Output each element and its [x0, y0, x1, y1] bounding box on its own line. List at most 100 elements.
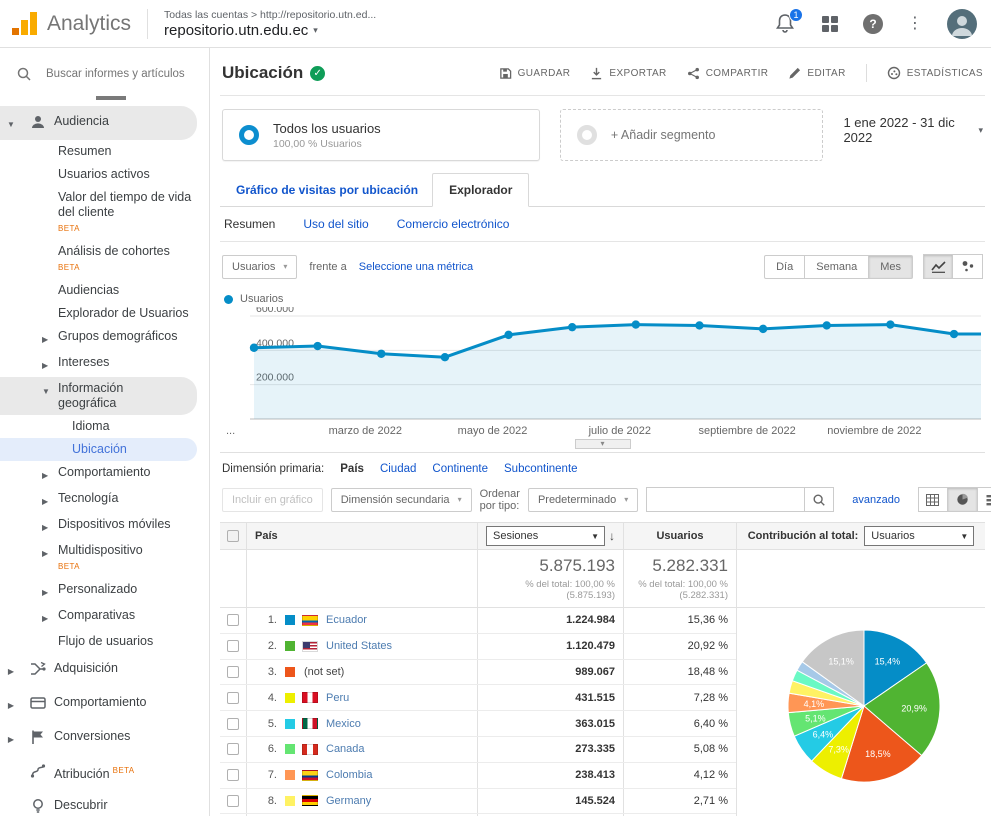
subtab-ecommerce[interactable]: Comercio electrónico	[397, 217, 510, 231]
tab-explorer[interactable]: Explorador	[432, 173, 530, 207]
row-checkbox[interactable]	[227, 717, 239, 730]
row-checkbox[interactable]	[227, 640, 239, 653]
plot-rows-button[interactable]: Incluir en gráfico	[222, 487, 323, 512]
data-point[interactable]	[695, 321, 704, 330]
data-point[interactable]	[631, 320, 641, 329]
line-chart-button[interactable]	[923, 254, 953, 279]
row-checkbox[interactable]	[227, 665, 239, 678]
data-point[interactable]	[249, 343, 259, 352]
metric-dropdown[interactable]: Usuarios ▾	[222, 254, 298, 279]
select-all-checkbox[interactable]	[227, 530, 239, 542]
dimension-subcontinent[interactable]: Subcontinente	[504, 463, 578, 475]
sidebar-item-analisis-de-cohortes[interactable]: Análisis de cohortes BETA	[0, 240, 209, 279]
contribution-select[interactable]: Usuarios ▼	[864, 526, 975, 546]
sidebar-item-idioma[interactable]: Idioma	[0, 415, 209, 438]
country-link[interactable]: Peru	[326, 692, 349, 704]
subtab-summary[interactable]: Resumen	[224, 217, 275, 231]
row-checkbox[interactable]	[227, 614, 239, 627]
motion-chart-button[interactable]	[953, 254, 983, 279]
data-point[interactable]	[313, 341, 322, 351]
nav-search-input[interactable]	[46, 68, 196, 80]
data-point[interactable]	[567, 322, 577, 332]
save-button[interactable]: GUARDAR	[499, 67, 571, 80]
edit-button[interactable]: EDITAR	[788, 67, 845, 80]
sidebar-item-comparativas[interactable]: ▶ Comparativas	[0, 604, 209, 630]
sidebar-item-personalizado[interactable]: ▶ Personalizado	[0, 578, 209, 604]
sidebar-item-descubrir[interactable]: Descubrir	[0, 790, 209, 816]
country-link[interactable]: (not set)	[304, 666, 344, 678]
date-range-picker[interactable]: 1 ene 2022 - 31 dic 2022 ▾	[843, 109, 983, 145]
row-checkbox[interactable]	[227, 794, 239, 807]
table-search-input[interactable]	[646, 487, 805, 512]
help-icon[interactable]: ?	[863, 13, 883, 34]
nav-search[interactable]	[0, 58, 209, 96]
dimension-city[interactable]: Ciudad	[380, 463, 416, 475]
row-checkbox[interactable]	[227, 769, 239, 782]
sidebar-item-comportamiento[interactable]: ▶ Comportamiento	[0, 687, 209, 721]
column-header-users[interactable]: Usuarios	[623, 523, 736, 549]
tab-visits-map[interactable]: Gráfico de visitas por ubicación	[222, 174, 432, 206]
sidebar-item-dispositivos-moviles[interactable]: ▶ Dispositivos móviles	[0, 513, 209, 539]
data-point[interactable]	[440, 353, 450, 362]
country-link[interactable]: Colombia	[326, 769, 372, 781]
secondary-dimension-dropdown[interactable]: Dimensión secundaria ▾	[330, 487, 472, 512]
share-button[interactable]: COMPARTIR	[687, 67, 769, 80]
table-search-button[interactable]	[804, 487, 835, 512]
notifications-button[interactable]: 1	[775, 7, 803, 35]
advanced-filter-link[interactable]: avanzado	[852, 494, 900, 506]
export-button[interactable]: EXPORTAR	[590, 67, 666, 80]
sidebar-item-adquisicion[interactable]: ▶ Adquisición	[0, 653, 209, 687]
granularity-week[interactable]: Semana	[805, 254, 870, 279]
sidebar-item-multidispositivo[interactable]: ▶ Multidispositivo BETA	[0, 539, 209, 578]
chart-collapse-button[interactable]: ▾	[574, 439, 631, 449]
add-segment-button[interactable]: + Añadir segmento	[559, 109, 824, 161]
apps-grid-icon[interactable]	[821, 15, 839, 33]
percentage-view-button[interactable]	[947, 487, 978, 512]
data-point[interactable]	[886, 320, 895, 329]
sort-type-dropdown[interactable]: Predeterminado ▾	[527, 487, 639, 512]
overflow-menu-icon[interactable]: ⋮	[907, 15, 923, 32]
data-point[interactable]	[504, 330, 513, 340]
sidebar-item-flujo-de-usuarios[interactable]: Flujo de usuarios	[0, 630, 209, 653]
avatar[interactable]	[947, 8, 977, 39]
sidebar-item-tecnologia[interactable]: ▶ Tecnología	[0, 487, 209, 513]
dimension-country[interactable]: País	[340, 463, 364, 475]
sidebar-item-resumen[interactable]: Resumen	[0, 140, 209, 163]
data-point[interactable]	[949, 329, 959, 339]
country-link[interactable]: United States	[326, 640, 392, 652]
country-link[interactable]: Ecuador	[326, 614, 367, 626]
row-checkbox[interactable]	[227, 691, 239, 704]
dimension-continent[interactable]: Continente	[432, 463, 488, 475]
country-link[interactable]: Canada	[326, 743, 365, 755]
table-view-button[interactable]	[917, 487, 948, 512]
sidebar-item-informacion-geografica[interactable]: ▼ Información geográfica	[0, 377, 197, 415]
sort-desc-icon[interactable]: ↓	[609, 529, 615, 543]
property-selector[interactable]: repositorio.utn.edu.ec ▾	[164, 22, 376, 39]
sidebar-item-usuarios-activos[interactable]: Usuarios activos	[0, 163, 209, 186]
country-link[interactable]: Mexico	[326, 718, 361, 730]
performance-view-button[interactable]	[977, 487, 991, 512]
segment-card-all-users[interactable]: Todos los usuarios 100,00 % Usuarios	[222, 109, 540, 161]
sidebar-item-atribucion[interactable]: Atribución BETA	[0, 755, 209, 790]
country-link[interactable]: Germany	[326, 795, 371, 807]
data-point[interactable]	[377, 349, 386, 358]
sidebar-item-explorador-de-usuarios[interactable]: Explorador de Usuarios	[0, 302, 209, 325]
data-point[interactable]	[822, 321, 831, 330]
select-metric-link[interactable]: Seleccione una métrica	[359, 261, 473, 273]
granularity-month[interactable]: Mes	[869, 254, 913, 279]
sidebar-item-ubicacion[interactable]: Ubicación	[0, 438, 197, 461]
sidebar-item-audiencia[interactable]: ▼ Audiencia	[0, 106, 197, 140]
sidebar-item-comportamiento[interactable]: ▶ Comportamiento	[0, 461, 209, 487]
metric-column-select[interactable]: Sesiones ▼	[486, 526, 605, 546]
sidebar-item-grupos-demograficos[interactable]: ▶ Grupos demográficos	[0, 325, 209, 351]
insights-button[interactable]: ESTADÍSTICAS	[887, 66, 983, 80]
sidebar-item-conversiones[interactable]: ▶ Conversiones	[0, 721, 209, 755]
data-point[interactable]	[758, 324, 768, 334]
sidebar-item-valor-del-tiempo-de-vida-del-cliente[interactable]: Valor del tiempo de vida del cliente BETA	[0, 186, 209, 240]
row-checkbox[interactable]	[227, 743, 239, 756]
granularity-day[interactable]: Día	[764, 254, 806, 279]
sidebar-item-audiencias[interactable]: Audiencias	[0, 279, 209, 302]
breadcrumb[interactable]: Todas las cuentas > http://repositorio.u…	[164, 9, 376, 21]
column-header-country[interactable]: País	[247, 530, 477, 542]
subtab-site-usage[interactable]: Uso del sitio	[303, 217, 368, 231]
